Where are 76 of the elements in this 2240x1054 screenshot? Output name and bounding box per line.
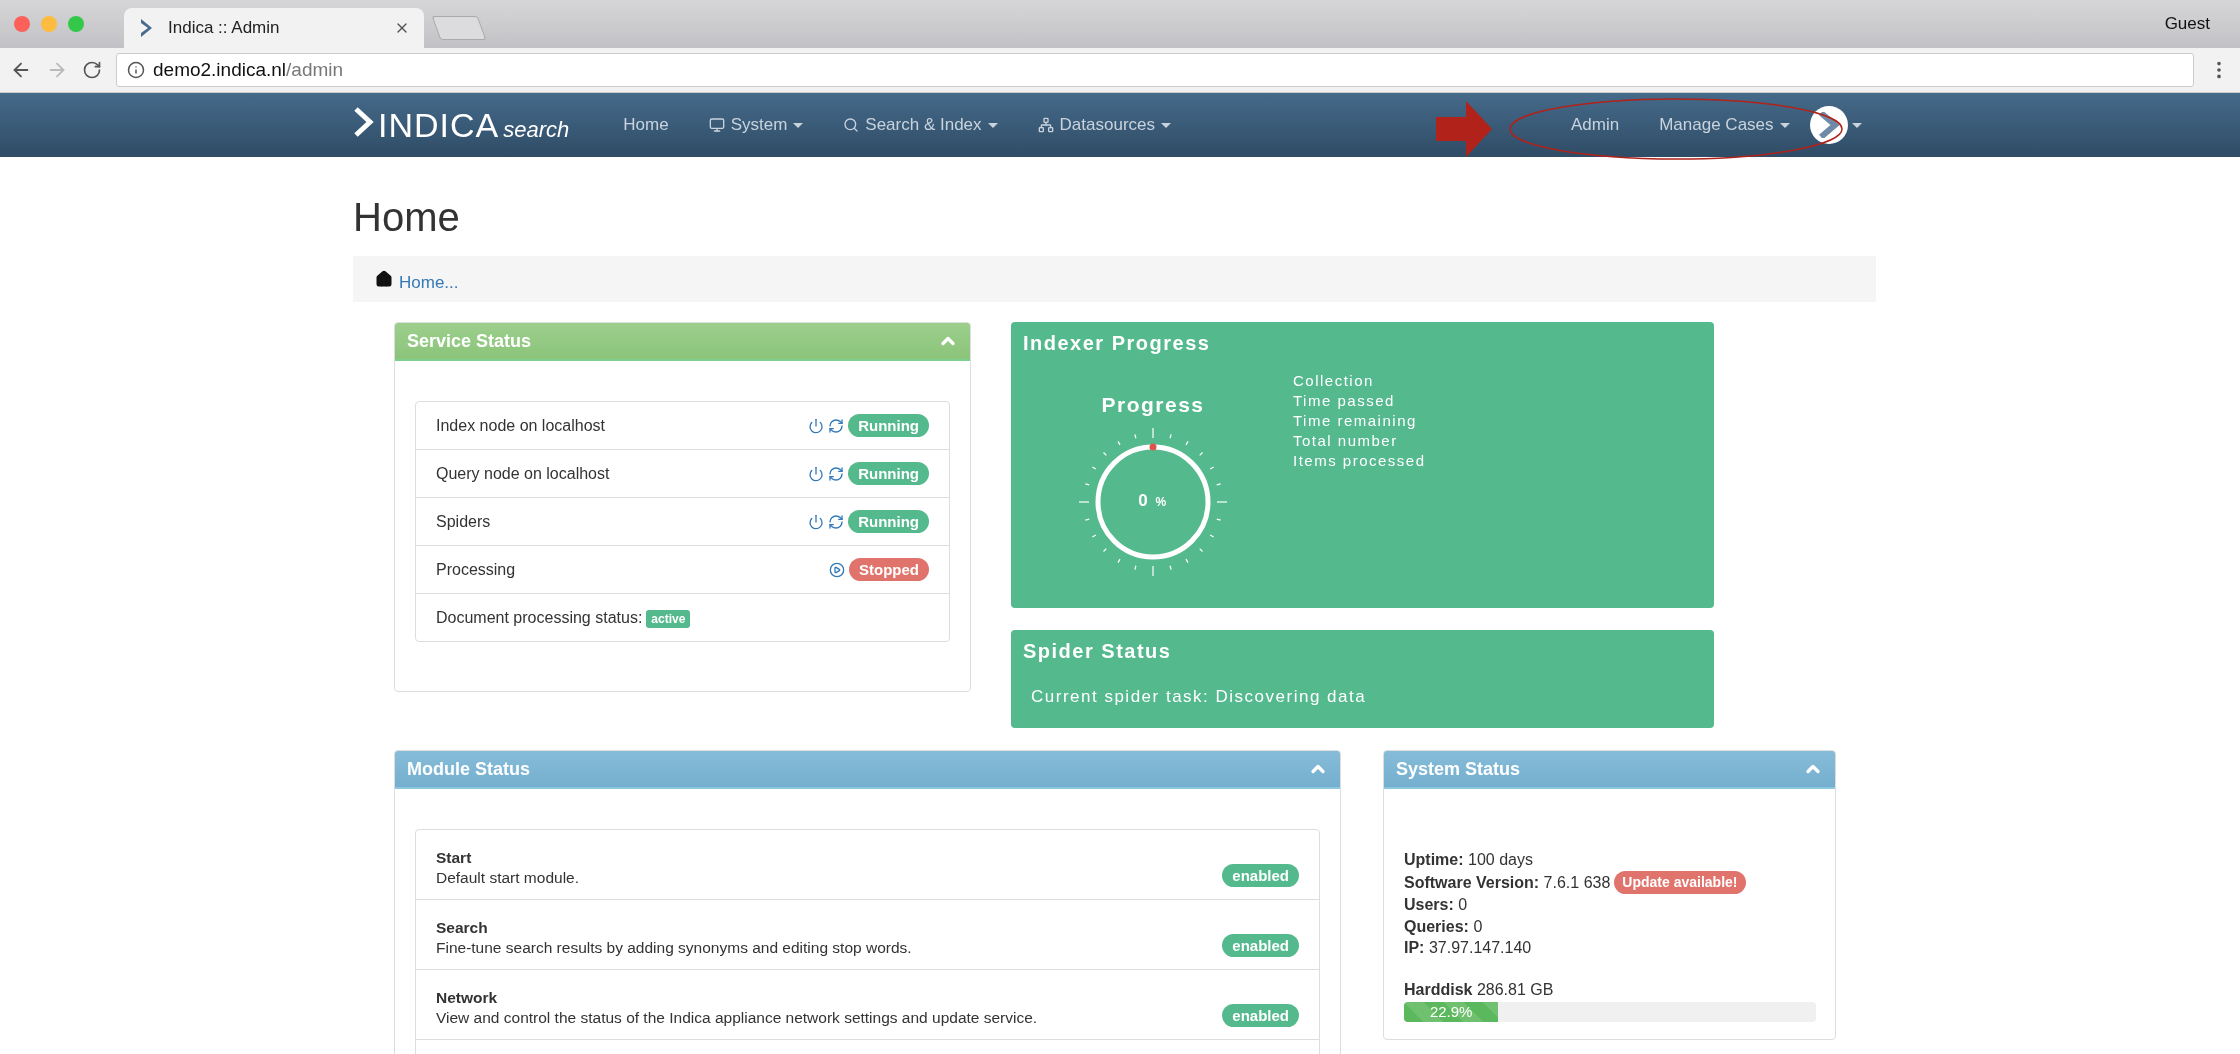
page-title: Home [353,195,461,240]
info-label: Time remaining [1293,411,1418,431]
info-label: Total number [1293,431,1399,451]
info-label: Items processed [1293,451,1426,471]
caret-icon [987,122,998,128]
chevron-icon [354,106,374,137]
nav-item[interactable]: Admin [1551,115,1640,135]
field-text: Users: 0 [1404,895,1468,915]
module-name: Start [436,849,473,867]
panel-title: Spider Status [1023,640,1173,663]
module-description: Fine-tune search results by adding synonyms and editing stop words. [436,939,912,957]
spider-task-text: Current spider task: Discovering data [1031,687,1368,707]
caret-icon [793,122,804,128]
search-icon [843,117,860,133]
row-label: Processing [436,560,516,579]
info-label: Collection [1293,371,1375,391]
field-text: Software Version: 7.6.1 638 [1404,872,1611,893]
info-label: Time passed [1293,391,1396,411]
play-icon[interactable] [829,561,845,578]
profile-name[interactable]: Guest [2164,14,2240,34]
info-icon[interactable] [127,61,145,79]
nav-item[interactable]: Manage Cases [1639,115,1810,135]
browser-tab[interactable]: Indica :: Admin [124,8,424,48]
address-field[interactable]: demo2.indica.nl/admin [116,53,2194,87]
nav-item[interactable]: Search & Index [823,115,1018,135]
row-label: Document processing status: [436,608,643,626]
refresh-icon[interactable] [828,513,845,530]
module-description: View and control the status of the Indica appliance network settings and update service. [436,1009,1038,1027]
status-label: active [646,609,691,628]
brand-suffix: search [503,116,570,143]
nav-item[interactable]: Datasources [1017,115,1191,135]
module-name: Search [436,919,489,937]
status-badge: enabled [1222,934,1299,957]
row-label: Index node on localhost [436,416,605,435]
progress-fill: 22.9% [1404,1002,1499,1022]
panel-title: Indexer Progress [1023,332,1212,355]
field-text: Queries: 0 [1404,916,1483,937]
gauge-reading: 0 % [1137,491,1169,511]
nav-item[interactable]: Home [603,115,689,135]
user-avatar[interactable] [1809,106,1848,144]
refresh-icon[interactable] [828,417,845,434]
power-icon[interactable] [808,417,825,434]
row-label: Spiders [436,512,491,531]
status-badge: Running [848,510,929,533]
gauge-marker [1149,443,1157,451]
status-badge: Stopped [849,558,929,581]
tab-title: Indica :: Admin [168,18,281,38]
brand-name: INDICA [378,105,500,145]
refresh-icon[interactable] [828,465,845,482]
panel-title: Service Status [407,330,532,352]
reload-icon[interactable] [82,60,102,80]
breadcrumb-link[interactable]: Home... [399,273,459,293]
power-icon[interactable] [808,465,825,482]
status-badge: enabled [1222,864,1299,887]
update-badge: Update available! [1614,870,1746,894]
status-badge: Running [848,462,929,485]
nav-item[interactable]: System [688,115,824,135]
gauge-title: Progress [1101,393,1205,417]
annotation-arrow [1436,101,1492,157]
field-text: IP: 37.97.147.140 [1404,938,1532,958]
harddisk-text: Harddisk 286.81 GB [1404,980,1554,998]
hierarchy-icon [1037,117,1054,133]
panel-title: Module Status [407,758,530,780]
caret-icon [1161,122,1171,128]
caret-icon [1779,122,1790,128]
panel-title: System Status [1396,758,1521,780]
row-label: Query node on localhost [436,464,610,483]
monitor-icon [708,117,725,133]
status-badge: Running [848,414,929,437]
home-icon [375,270,393,288]
module-description: Default start module. [436,869,579,887]
caret-icon [1851,122,1862,128]
power-icon[interactable] [808,513,825,530]
field-text: Uptime: 100 days [1404,850,1533,870]
module-name: Network [436,989,499,1007]
status-badge: enabled [1222,1004,1299,1027]
